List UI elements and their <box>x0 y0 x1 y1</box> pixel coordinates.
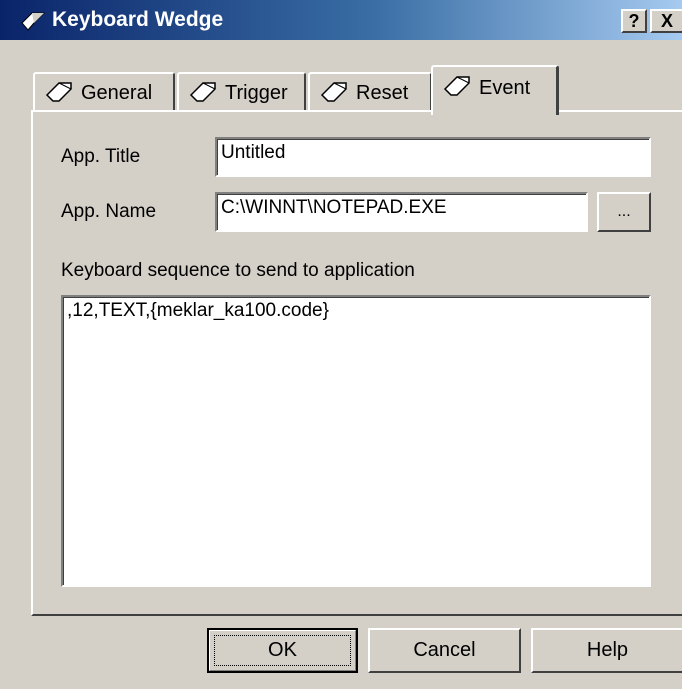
window-title: Keyboard Wedge <box>52 8 224 31</box>
diamond-tag-icon <box>443 76 470 96</box>
diamond-tag-icon <box>21 12 46 31</box>
tab-label: General <box>81 82 153 104</box>
ok-button-label: OK <box>268 639 297 661</box>
diamond-tag-icon <box>189 82 216 102</box>
diamond-tag-icon <box>45 82 72 102</box>
tab-trigger[interactable]: Trigger <box>177 72 306 112</box>
title-help-button[interactable]: ? <box>621 9 647 33</box>
keyboard-sequence-textarea[interactable]: ,12,TEXT,{meklar_ka100.code} <box>61 295 651 587</box>
diamond-tag-icon <box>320 82 347 102</box>
title-bar[interactable]: Keyboard Wedge ? X <box>0 0 682 40</box>
close-button[interactable]: X <box>650 9 682 33</box>
app-name-input[interactable]: C:\WINNT\NOTEPAD.EXE <box>215 192 588 232</box>
app-name-label: App. Name <box>61 201 157 222</box>
app-title-label: App. Title <box>61 146 141 167</box>
tab-reset[interactable]: Reset <box>308 72 432 112</box>
sequence-label: Keyboard sequence to send to application <box>61 260 415 281</box>
cancel-button[interactable]: Cancel <box>368 628 521 673</box>
tab-label: Event <box>479 77 531 99</box>
tab-general[interactable]: General <box>33 72 175 112</box>
tab-label: Trigger <box>225 82 288 104</box>
browse-button[interactable]: ... <box>597 192 651 232</box>
help-button[interactable]: Help <box>531 628 682 673</box>
tab-event[interactable]: Event <box>431 65 559 115</box>
app-title-input[interactable]: Untitled <box>215 137 651 177</box>
ok-button[interactable]: OK <box>207 628 358 673</box>
tab-label: Reset <box>356 82 409 104</box>
